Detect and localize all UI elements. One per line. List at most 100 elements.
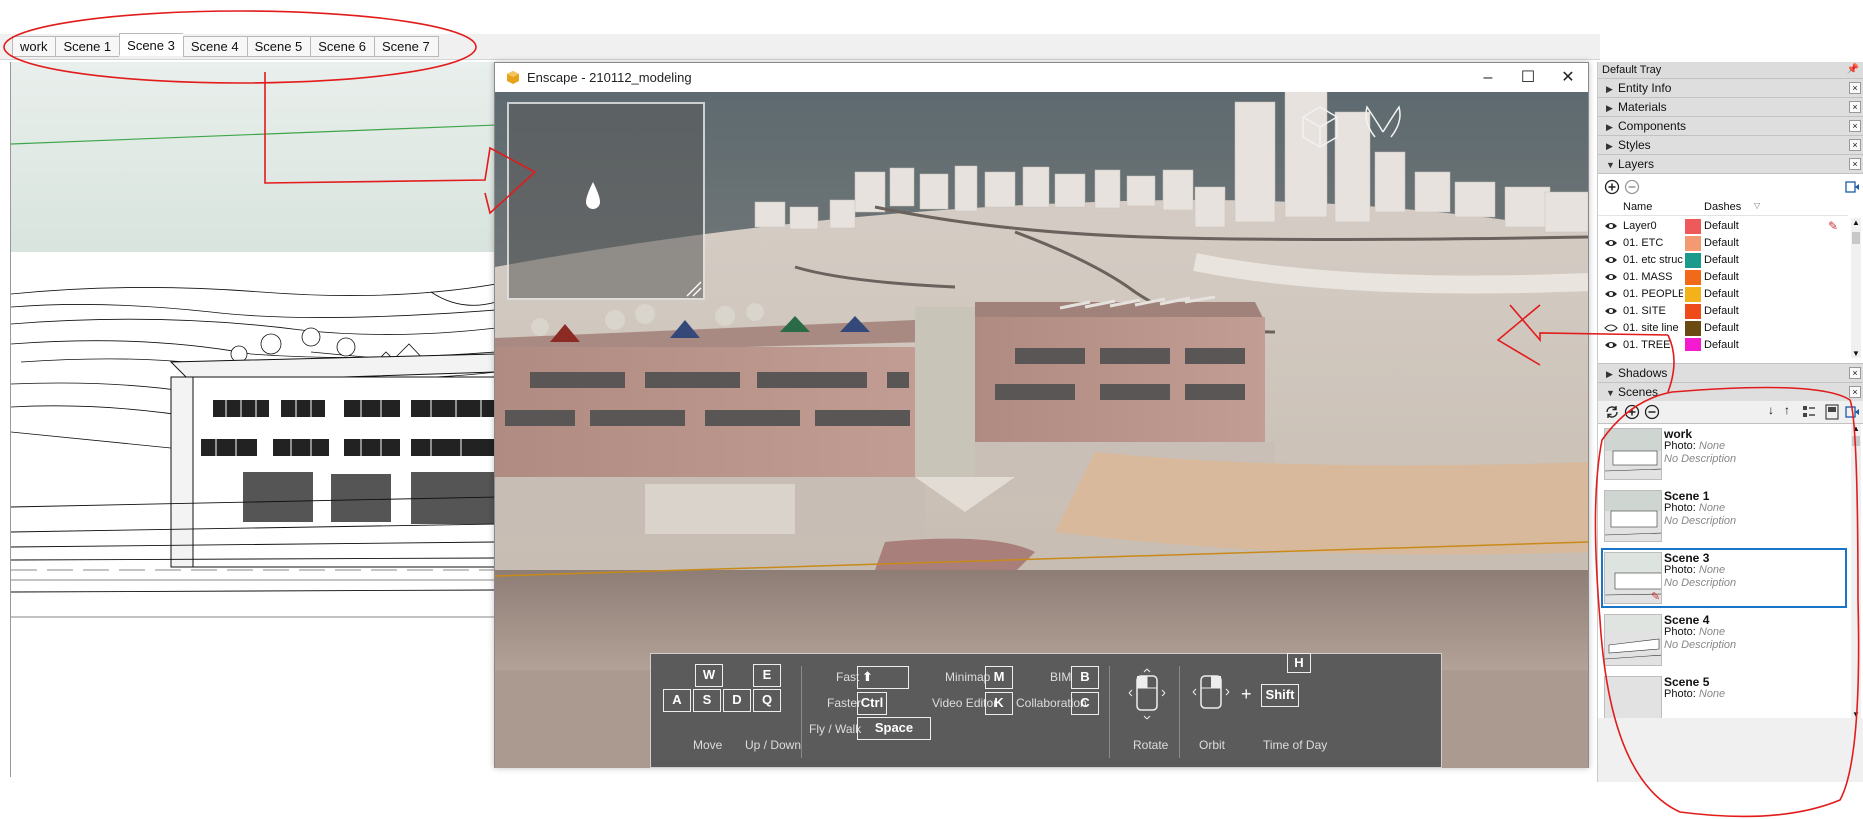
layer-color-swatch[interactable] <box>1685 287 1701 302</box>
hidden-eye-icon[interactable] <box>1604 322 1618 334</box>
close-panel-icon[interactable]: × <box>1849 139 1861 151</box>
layer-color-swatch[interactable] <box>1685 236 1701 251</box>
layer-dashes[interactable]: Default <box>1704 339 1739 351</box>
col-dashes-header[interactable]: Dashes <box>1704 201 1741 213</box>
minimap-panel[interactable] <box>507 102 705 300</box>
tab-scene-4[interactable]: Scene 4 <box>182 36 247 57</box>
key-c: C <box>1071 692 1099 715</box>
layer-color-swatch[interactable] <box>1685 219 1701 234</box>
close-panel-icon[interactable]: × <box>1849 82 1861 94</box>
scenes-details-icon[interactable] <box>1844 404 1860 420</box>
layer-dashes[interactable]: Default <box>1704 254 1739 266</box>
layers-details-icon[interactable] <box>1844 179 1860 195</box>
scroll-thumb[interactable] <box>1852 232 1860 244</box>
pin-icon[interactable]: 📌 <box>1847 62 1859 78</box>
view-options-icon[interactable] <box>1802 404 1818 420</box>
tab-scene-3[interactable]: Scene 3 <box>119 33 183 56</box>
layer-row[interactable]: Layer0 Default ✎ <box>1598 218 1848 235</box>
scene-item-scene-4[interactable]: Scene 4 Photo: None No Description <box>1601 610 1847 670</box>
enscape-titlebar[interactable]: Enscape - 210112_modeling – ☐ ✕ <box>495 63 1588 92</box>
scene-item-scene-3[interactable]: ✎ Scene 3 Photo: None No Description <box>1601 548 1847 608</box>
update-scene-icon[interactable] <box>1604 404 1620 420</box>
tab-scene-5[interactable]: Scene 5 <box>246 36 311 57</box>
panel-entity-info[interactable]: ▶ Entity Info × <box>1598 78 1863 97</box>
tab-scene-1[interactable]: Scene 1 <box>55 36 120 57</box>
layer-dashes[interactable]: Default <box>1704 305 1739 317</box>
sketchup-viewport[interactable] <box>10 62 495 777</box>
layer-dashes[interactable]: Default <box>1704 220 1739 232</box>
layer-row[interactable]: 01. ETC Default <box>1598 235 1848 252</box>
scroll-up-icon[interactable]: ▲ <box>1852 218 1860 227</box>
layer-row[interactable]: 01. SITE Default <box>1598 303 1848 320</box>
layer-dashes[interactable]: Default <box>1704 322 1739 334</box>
layer-color-swatch[interactable] <box>1685 304 1701 319</box>
layer-color-swatch[interactable] <box>1685 270 1701 285</box>
layer-dashes[interactable]: Default <box>1704 288 1739 300</box>
photo-label: Photo: <box>1664 440 1696 452</box>
tab-work[interactable]: work <box>12 36 56 57</box>
scene-item-scene-1[interactable]: Scene 1 Photo: None No Description <box>1601 486 1847 546</box>
scenes-scrollbar[interactable]: ▲ ▼ <box>1851 424 1861 718</box>
close-panel-icon[interactable]: × <box>1849 120 1861 132</box>
visible-eye-icon[interactable] <box>1604 288 1618 300</box>
visible-eye-icon[interactable] <box>1604 271 1618 283</box>
panel-scenes[interactable]: ▼ Scenes × <box>1598 382 1863 401</box>
visible-eye-icon[interactable] <box>1604 220 1618 232</box>
add-scene-icon[interactable] <box>1624 404 1640 420</box>
visible-eye-icon[interactable] <box>1604 254 1618 266</box>
layer-color-swatch[interactable] <box>1685 321 1701 336</box>
panel-shadows[interactable]: ▶ Shadows × <box>1598 363 1863 382</box>
add-layer-icon[interactable] <box>1604 179 1620 195</box>
move-scene-up-icon[interactable]: ↑ <box>1784 403 1790 417</box>
layer-color-swatch[interactable] <box>1685 338 1701 351</box>
layer-row[interactable]: 01. MASS Default <box>1598 269 1848 286</box>
delete-scene-icon[interactable] <box>1644 404 1660 420</box>
panel-label: Entity Info <box>1618 81 1672 95</box>
visible-eye-icon[interactable] <box>1604 237 1618 249</box>
layers-scrollbar[interactable]: ▲ ▼ <box>1851 218 1861 358</box>
visible-eye-icon[interactable] <box>1604 305 1618 317</box>
enscape-render-view[interactable]: W E A S D Q Move Up / Down Fast ⬆ Faster… <box>495 92 1588 768</box>
tab-scene-6[interactable]: Scene 6 <box>310 36 374 57</box>
scene-item-work[interactable]: work Photo: None No Description <box>1601 424 1847 484</box>
layer-color-swatch[interactable] <box>1685 253 1701 268</box>
scroll-down-icon[interactable]: ▼ <box>1852 349 1860 358</box>
layer-row[interactable]: 01. site line Default <box>1598 320 1848 337</box>
close-panel-icon[interactable]: × <box>1849 386 1861 398</box>
scene-item-scene-5[interactable]: Scene 5 Photo: None <box>1601 672 1847 718</box>
close-panel-icon[interactable]: × <box>1849 158 1861 170</box>
close-panel-icon[interactable]: × <box>1849 101 1861 113</box>
tab-scene-7[interactable]: Scene 7 <box>373 36 439 57</box>
col-name-header[interactable]: Name <box>1623 201 1652 213</box>
scroll-thumb[interactable] <box>1852 436 1860 446</box>
panel-layers[interactable]: ▼ Layers × <box>1598 154 1863 173</box>
move-scene-down-icon[interactable]: ↓ <box>1768 403 1774 417</box>
panel-label: Components <box>1618 119 1687 133</box>
layer-row[interactable]: 01. etc structu Default <box>1598 252 1848 269</box>
layer-row[interactable]: 01. PEOPLE Default <box>1598 286 1848 303</box>
sort-icon[interactable]: ▽ <box>1754 201 1760 210</box>
close-button[interactable]: ✕ <box>1548 65 1588 91</box>
key-e: E <box>753 664 781 687</box>
hide-details-icon[interactable] <box>1824 404 1840 420</box>
expand-arrow-icon: ▶ <box>1606 122 1613 132</box>
delete-layer-icon[interactable] <box>1624 179 1640 195</box>
layers-panel-body: Name Dashes ▽ Layer0 Default ✎ 01. ETC D… <box>1598 173 1863 363</box>
hide-help-key-h[interactable]: H <box>1287 653 1311 673</box>
collapse-arrow-icon: ▼ <box>1606 160 1615 170</box>
minimize-button[interactable]: – <box>1468 65 1508 91</box>
layer-dashes[interactable]: Default <box>1704 271 1739 283</box>
left-mouse-button-icon <box>1128 668 1166 720</box>
maximize-button[interactable]: ☐ <box>1508 65 1548 91</box>
panel-materials[interactable]: ▶ Materials × <box>1598 97 1863 116</box>
layer-row[interactable]: 01. TREE Default <box>1598 337 1848 351</box>
key-q: Q <box>753 689 781 712</box>
scroll-down-icon[interactable]: ▼ <box>1852 710 1860 718</box>
close-panel-icon[interactable]: × <box>1849 367 1861 379</box>
updown-label: Up / Down <box>745 738 802 752</box>
scroll-up-icon[interactable]: ▲ <box>1852 424 1860 433</box>
layer-dashes[interactable]: Default <box>1704 237 1739 249</box>
panel-styles[interactable]: ▶ Styles × <box>1598 135 1863 154</box>
panel-components[interactable]: ▶ Components × <box>1598 116 1863 135</box>
visible-eye-icon[interactable] <box>1604 339 1618 351</box>
